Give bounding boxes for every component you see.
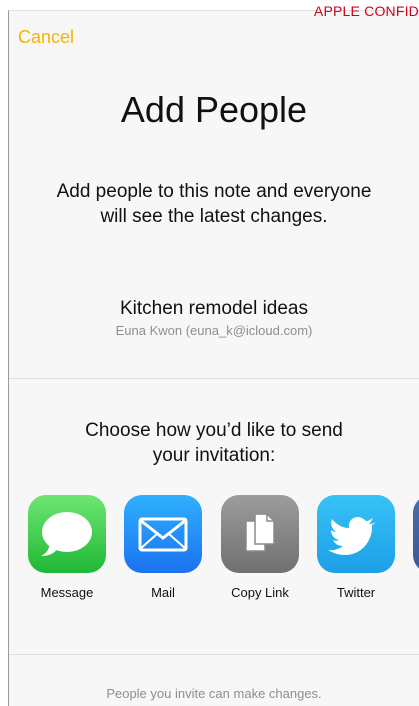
share-facebook-button[interactable] <box>407 495 419 585</box>
share-label-mail: Mail <box>151 585 175 600</box>
divider <box>9 378 419 379</box>
add-people-sheet: APPLE CONFID Cancel Add People Add peopl… <box>8 3 419 706</box>
copy-link-tile <box>221 495 299 573</box>
share-message-button[interactable]: Message <box>22 495 112 600</box>
message-icon <box>41 512 92 556</box>
message-tile <box>28 495 106 573</box>
facebook-icon <box>413 495 419 573</box>
mail-icon <box>138 517 188 552</box>
confidential-watermark: APPLE CONFID <box>313 3 419 19</box>
twitter-tile <box>317 495 395 573</box>
intro-text: Add people to this note and everyone wil… <box>56 181 372 227</box>
share-label-message: Message <box>40 585 94 600</box>
share-options: Message Mail Copy Link Twitter <box>9 495 419 615</box>
copy-link-icon <box>245 513 275 552</box>
share-prompt: Choose how you’d like to send your invit… <box>85 420 343 466</box>
share-twitter-button[interactable]: Twitter <box>311 495 401 600</box>
facebook-tile <box>413 495 419 573</box>
twitter-icon <box>328 517 376 555</box>
share-label-twitter: Twitter <box>336 585 376 600</box>
mail-tile <box>124 495 202 573</box>
share-label-copy-link: Copy Link <box>231 585 289 600</box>
divider <box>9 654 419 655</box>
page-title: Add People <box>120 89 308 130</box>
note-title: Kitchen remodel ideas <box>120 298 308 319</box>
share-mail-button[interactable]: Mail <box>118 495 208 600</box>
cancel-button[interactable]: Cancel <box>18 27 74 48</box>
share-copy-link-button[interactable]: Copy Link <box>215 495 305 600</box>
note-owner: Euna Kwon (euna_k@icloud.com) <box>115 323 313 338</box>
footer-note: People you invite can make changes. <box>106 686 322 701</box>
